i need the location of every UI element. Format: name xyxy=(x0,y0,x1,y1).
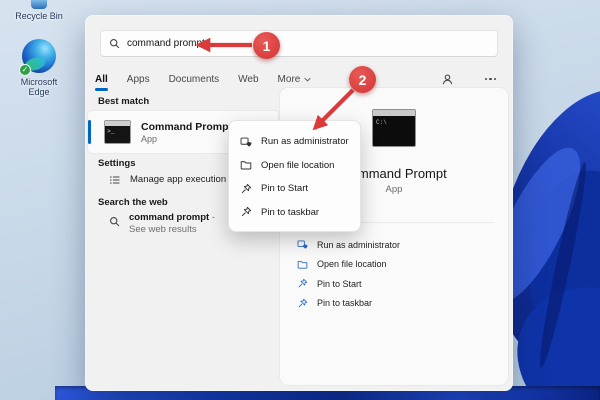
context-menu-pin-to-start[interactable]: Pin to Start xyxy=(229,177,360,201)
context-menu-open-file-location[interactable]: Open file location xyxy=(229,154,360,178)
web-search-label: command prompt - See web results xyxy=(129,212,229,236)
account-icon[interactable] xyxy=(441,73,454,86)
run-as-administrator-icon xyxy=(297,239,308,250)
preview-action-pin-to-start[interactable]: Pin to Start xyxy=(297,274,500,294)
chevron-down-icon xyxy=(304,77,311,82)
recycle-bin-icon xyxy=(31,0,47,9)
tab-documents[interactable]: Documents xyxy=(168,70,221,89)
best-match-header: Best match xyxy=(98,96,149,107)
settings-header: Settings xyxy=(98,158,135,169)
search-the-web-header: Search the web xyxy=(98,197,168,208)
desktop: Recycle Bin ✓ Microsoft Edge All Apps Do… xyxy=(0,0,600,400)
context-menu: Run as administrator Open file location … xyxy=(228,120,361,232)
edge-icon: ✓ xyxy=(22,39,56,73)
command-prompt-icon xyxy=(104,120,131,144)
desktop-icon-recycle-bin[interactable]: Recycle Bin xyxy=(10,0,68,21)
edge-check-badge-icon: ✓ xyxy=(19,64,31,76)
annotation-step-1: 1 xyxy=(253,32,280,59)
best-match-title: Command Prompt xyxy=(141,121,232,134)
edge-label: Microsoft Edge xyxy=(18,77,60,97)
preview-action-open-file-location[interactable]: Open file location xyxy=(297,255,500,275)
tab-all[interactable]: All xyxy=(94,70,109,89)
tab-web[interactable]: Web xyxy=(237,70,259,89)
search-panel: All Apps Documents Web More Best match C… xyxy=(85,15,513,391)
preview-action-run-as-administrator[interactable]: Run as administrator xyxy=(297,235,500,255)
tab-more-label: More xyxy=(278,74,301,85)
app-execution-alias-icon xyxy=(109,174,121,186)
tab-more[interactable]: More xyxy=(277,70,313,89)
search-input[interactable] xyxy=(127,38,489,49)
preview-action-pin-to-taskbar[interactable]: Pin to taskbar xyxy=(297,294,500,314)
web-search-query: command prompt xyxy=(129,212,209,223)
pin-icon xyxy=(240,206,252,218)
run-as-administrator-icon xyxy=(240,136,252,148)
pin-icon xyxy=(240,183,252,195)
search-icon xyxy=(109,38,120,49)
web-search-result[interactable]: command prompt - See web results xyxy=(109,212,229,236)
more-options-icon[interactable] xyxy=(483,76,499,83)
folder-icon xyxy=(240,159,252,171)
pin-icon xyxy=(297,298,308,309)
context-menu-run-as-administrator[interactable]: Run as administrator xyxy=(229,130,360,154)
recycle-bin-label: Recycle Bin xyxy=(10,11,68,21)
command-prompt-large-icon xyxy=(372,109,416,147)
preview-actions: Run as administrator Open file location … xyxy=(297,235,500,313)
search-box[interactable] xyxy=(100,30,498,57)
best-match-subtitle: App xyxy=(141,134,232,144)
pin-icon xyxy=(297,278,308,289)
context-menu-pin-to-taskbar[interactable]: Pin to taskbar xyxy=(229,201,360,225)
desktop-icon-microsoft-edge[interactable]: ✓ Microsoft Edge xyxy=(10,39,68,97)
search-icon xyxy=(109,216,120,227)
annotation-step-2: 2 xyxy=(349,66,376,93)
tab-apps[interactable]: Apps xyxy=(126,70,151,89)
folder-icon xyxy=(297,259,308,270)
